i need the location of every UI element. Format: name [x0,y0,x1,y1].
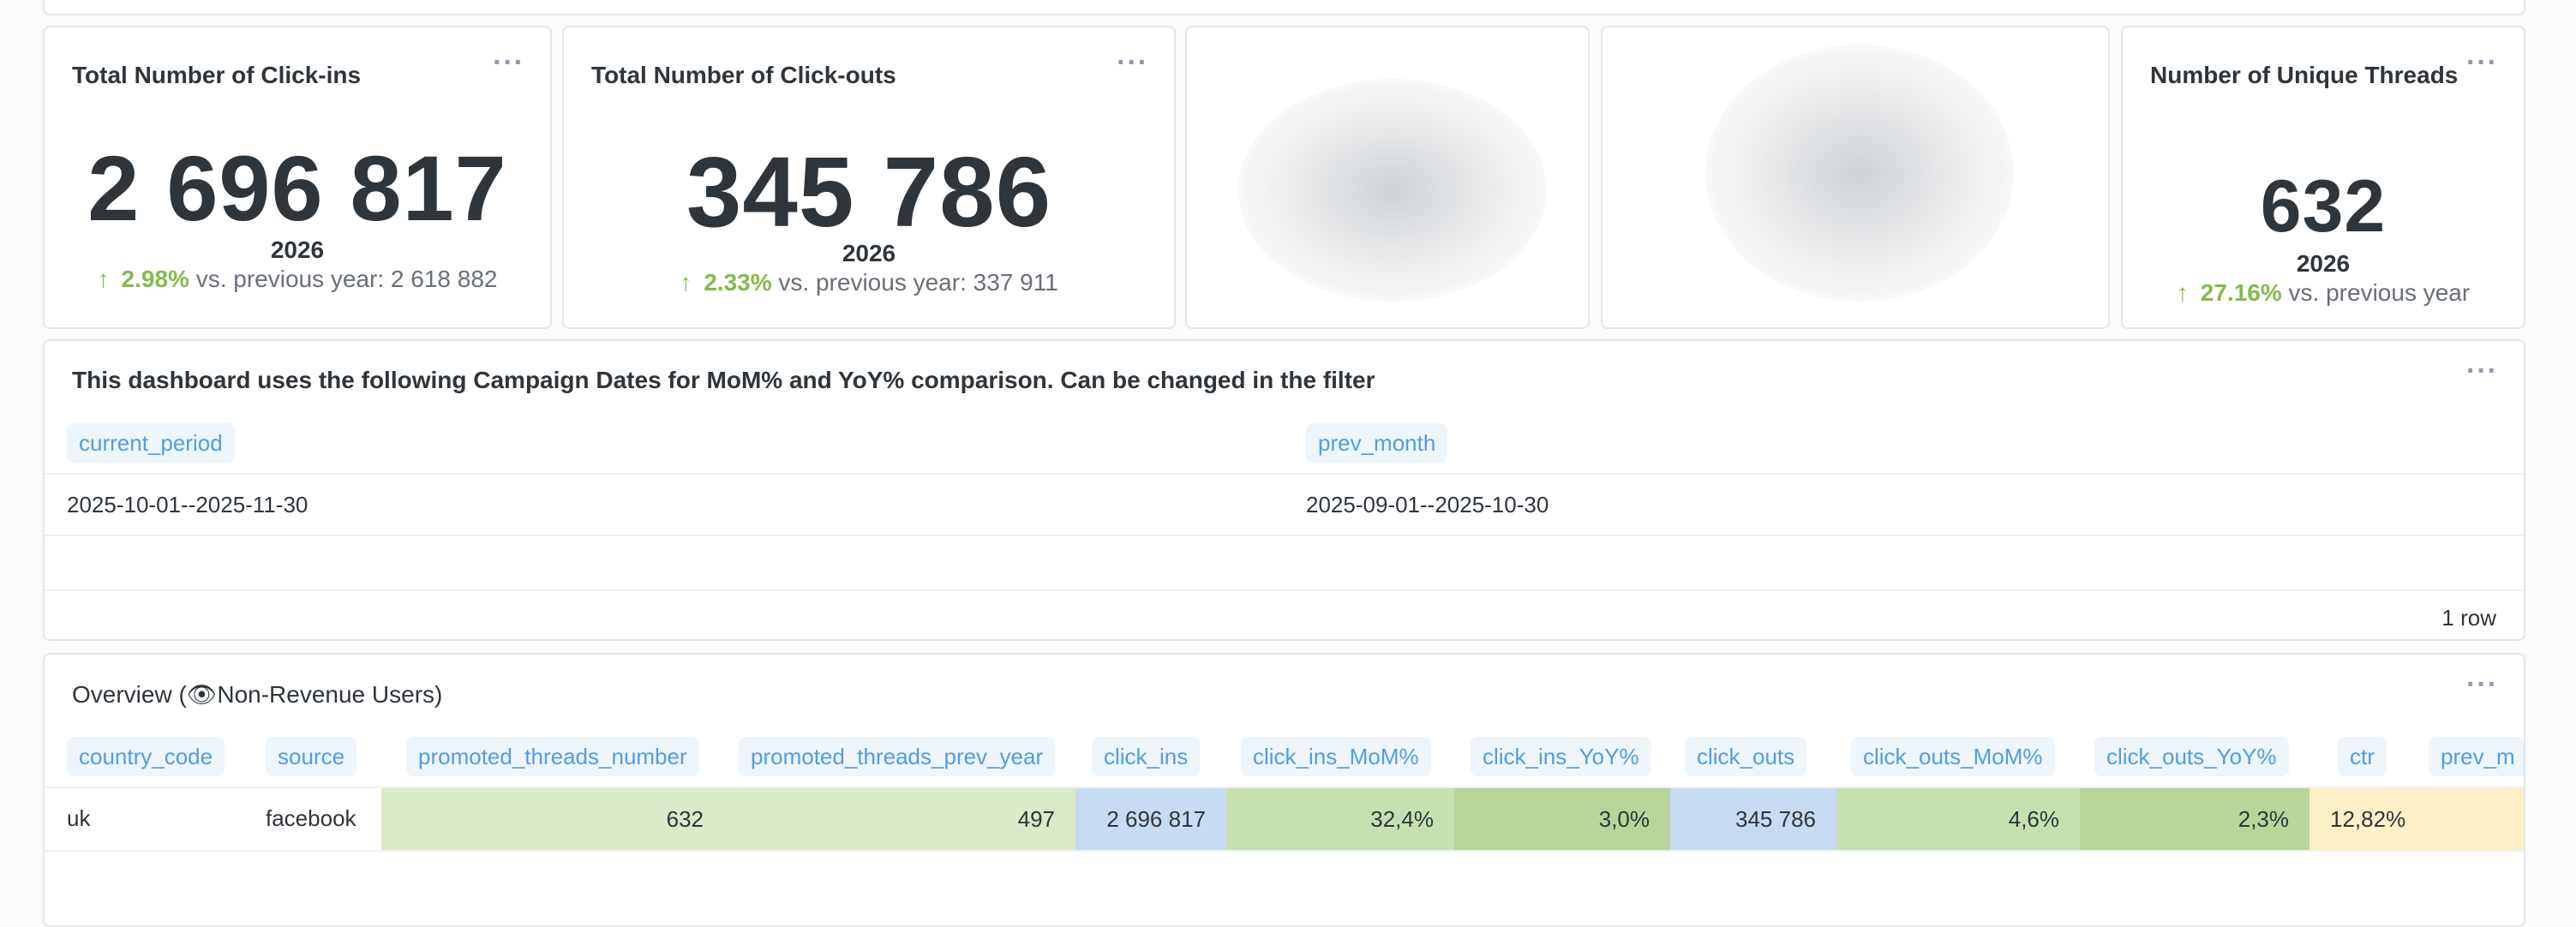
kpi-comparison: ↑ 2.33% vs. previous year: 337 911 [564,269,1174,296]
kpi-change-pct: 27.16% [2200,279,2282,306]
kpi-title: Number of Unique Threads [2150,62,2459,88]
column-header-current-period[interactable]: current_period [67,423,235,463]
arrow-up-icon: ↑ [680,269,692,296]
cell-country-code: uk [67,805,91,831]
kpi-card-click-ins: Total Number of Click-ins ··· 2 696 817 … [43,26,552,329]
row-count: 1 row [2441,605,2496,631]
kpi-title: Total Number of Click-outs [591,62,896,88]
column-header-click-ins[interactable]: click_ins [1092,737,1201,776]
cell-click-ins: 2 696 817 [1075,788,1226,850]
kpi-change-pct: 2.33% [704,269,772,296]
row-divider [45,535,2524,536]
column-header-click-ins-mom[interactable]: click_ins_MoM% [1241,737,1431,776]
kpi-compare-label: vs. previous year: 337 911 [778,269,1058,296]
footer-divider [45,589,2524,591]
cell-promoted-threads-prev-year: 497 [724,788,1075,850]
row-divider [45,473,2524,475]
kpi-change-pct: 2.98% [121,266,189,292]
column-header-promoted-threads-number[interactable]: promoted_threads_number [406,737,699,776]
kpi-value: 2 696 817 [87,136,507,240]
cell-ctr: 12,82% [2309,788,2412,850]
row-divider [45,850,2524,852]
column-header-click-ins-yoy[interactable]: click_ins_YoY% [1471,737,1651,776]
cell-promoted-threads-number: 632 [381,788,724,850]
cell-prev-m [2412,788,2524,850]
campaign-dates-card: This dashboard uses the following Campai… [43,339,2525,641]
cell-click-outs: 345 786 [1670,788,1836,850]
column-header-prev-m[interactable]: prev_m [2429,737,2524,776]
kpi-period: 2026 [2296,250,2351,277]
eye-icon: 👁 [186,681,218,708]
column-header-promoted-threads-prev-year[interactable]: promoted_threads_prev_year [739,737,1056,776]
cell-click-outs-yoy: 2,3% [2080,788,2309,850]
kpi-value: 632 [2260,165,2387,248]
column-header-click-outs[interactable]: click_outs [1685,737,1807,776]
blurred-content [1238,79,1547,302]
cell-click-ins-mom: 32,4% [1226,788,1454,850]
kpi-card-click-outs: Total Number of Click-outs ··· 345 786 2… [562,26,1176,329]
column-header-click-outs-mom[interactable]: click_outs_MoM% [1851,737,2055,776]
more-horizontal-icon[interactable]: ··· [1117,48,1148,77]
cell-current-period: 2025-10-01--2025-11-30 [67,492,309,517]
kpi-title: Total Number of Click-ins [72,62,362,88]
kpi-card-unique-threads: Number of Unique Threads ··· 632 2026 ↑ 2… [2121,26,2525,329]
blurred-card [1601,26,2110,329]
column-header-prev-month[interactable]: prev_month [1306,423,1448,463]
column-header-source[interactable]: source [266,737,357,776]
more-horizontal-icon[interactable]: ··· [493,48,524,77]
column-header-country-code[interactable]: country_code [67,737,225,776]
cell-prev-month: 2025-09-01--2025-10-30 [1306,492,1549,517]
cell-source: facebook [266,805,356,831]
more-horizontal-icon[interactable]: ··· [2466,356,2498,386]
overview-card: Overview (👁Non-Revenue Users) ··· countr… [43,653,2525,927]
kpi-comparison: ↑ 2.98% vs. previous year: 2 618 882 [45,266,550,293]
cell-click-ins-yoy: 3,0% [1454,788,1670,850]
blurred-card [1185,26,1590,329]
arrow-up-icon: ↑ [97,266,110,292]
arrow-up-icon: ↑ [2176,279,2189,306]
kpi-value: 345 786 [686,136,1052,248]
kpi-compare-label: vs. previous year [2288,279,2471,306]
blurred-content [1705,45,2014,302]
kpi-period: 2026 [270,236,325,263]
cell-click-outs-mom: 4,6% [1836,788,2080,850]
more-horizontal-icon[interactable]: ··· [2466,670,2498,699]
overview-title: Overview (👁Non-Revenue Users) [72,681,443,708]
kpi-comparison: ↑ 27.16% vs. previous year [2123,279,2524,307]
column-header-click-outs-yoy[interactable]: click_outs_YoY% [2094,737,2289,776]
more-horizontal-icon[interactable]: ··· [2466,48,2498,77]
kpi-period: 2026 [842,240,896,266]
campaign-title: This dashboard uses the following Campai… [72,367,1375,393]
previous-card-bottom [43,0,2525,15]
column-header-ctr[interactable]: ctr [2338,737,2387,776]
kpi-compare-label: vs. previous year: 2 618 882 [195,266,498,292]
